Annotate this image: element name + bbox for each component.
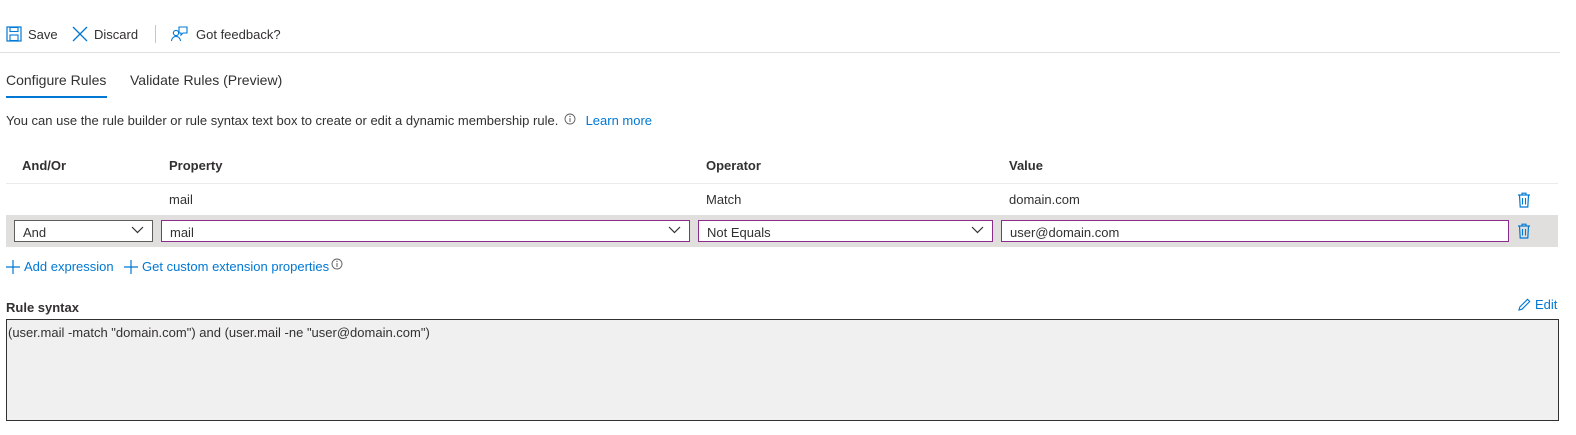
and-or-value: And (23, 225, 47, 240)
save-icon (6, 26, 22, 42)
rule-syntax-textbox[interactable]: (user.mail -match "domain.com") and (use… (6, 319, 1559, 421)
toolbar-divider-line (0, 52, 1560, 53)
edit-button[interactable]: Edit (1518, 297, 1557, 312)
close-icon (72, 26, 88, 42)
operator-dropdown[interactable]: Not Equals (698, 220, 993, 242)
header-property: Property (169, 158, 223, 173)
and-or-dropdown[interactable]: And (14, 220, 153, 242)
header-and-or: And/Or (22, 158, 67, 173)
save-button[interactable]: Save (6, 26, 58, 42)
row1-property: mail (169, 192, 193, 207)
header-value: Value (1009, 158, 1043, 173)
rule-syntax-text: (user.mail -match "domain.com") and (use… (8, 325, 430, 340)
pencil-icon (1518, 298, 1531, 311)
description: You can use the rule builder or rule syn… (6, 113, 652, 128)
feedback-button[interactable]: Got feedback? (170, 26, 281, 43)
property-value: mail (170, 225, 194, 240)
edit-label: Edit (1535, 297, 1558, 312)
operator-value: Not Equals (707, 225, 771, 240)
discard-label: Discard (94, 26, 139, 42)
value-input-text: user@domain.com (1010, 225, 1120, 240)
discard-button[interactable]: Discard (72, 26, 138, 42)
add-expression-button[interactable]: Add expression (6, 259, 114, 274)
chevron-down-icon (668, 226, 681, 234)
get-custom-extension-button[interactable]: Get custom extension properties (124, 258, 343, 274)
description-text: You can use the rule builder or rule syn… (6, 113, 559, 128)
row1-value: domain.com (1009, 192, 1080, 207)
value-input[interactable]: user@domain.com (1001, 220, 1509, 242)
add-expression-label: Add expression (24, 259, 114, 274)
header-divider (6, 183, 1558, 184)
plus-icon (6, 259, 20, 274)
chevron-down-icon (131, 226, 144, 234)
chevron-down-icon (971, 226, 984, 234)
delete-row-icon[interactable] (1517, 192, 1531, 208)
property-dropdown[interactable]: mail (161, 220, 690, 242)
header-operator: Operator (706, 158, 761, 173)
feedback-label: Got feedback? (196, 27, 281, 42)
delete-row-icon[interactable] (1517, 223, 1531, 239)
feedback-icon (170, 26, 188, 42)
save-label: Save (28, 26, 58, 42)
learn-more-link[interactable]: Learn more (586, 113, 652, 128)
info-icon (564, 113, 576, 125)
plus-icon (124, 259, 138, 274)
active-tab-indicator (6, 96, 107, 98)
toolbar-divider (155, 25, 156, 43)
tab-configure-rules[interactable]: Configure Rules (6, 72, 106, 88)
get-custom-label: Get custom extension properties (142, 259, 330, 274)
tab-validate-rules[interactable]: Validate Rules (Preview) (130, 72, 282, 88)
row1-operator: Match (706, 192, 742, 207)
rule-syntax-title: Rule syntax (6, 300, 79, 315)
info-icon (331, 258, 343, 269)
